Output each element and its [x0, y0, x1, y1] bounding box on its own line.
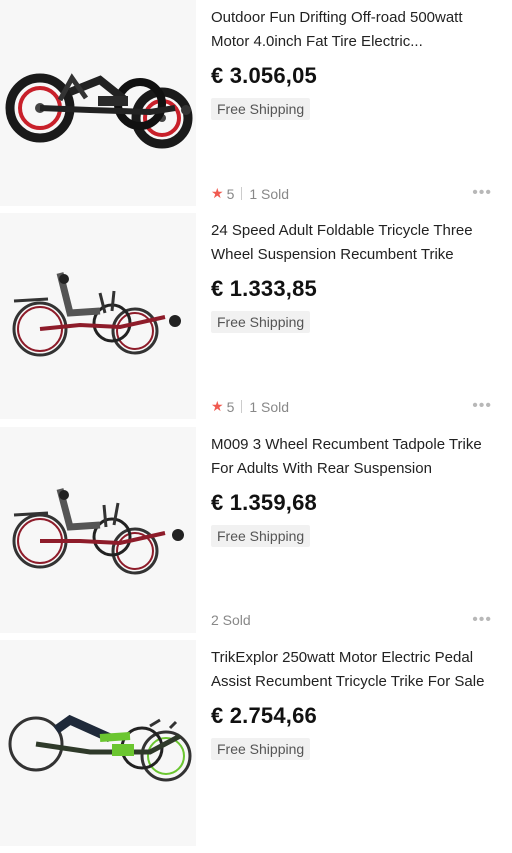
green-electric-trike-illustration [8, 714, 192, 782]
product-price: € 2.754,66 [211, 703, 317, 728]
product-title[interactable]: 24 Speed Adult Foldable Tricycle Three W… [211, 219, 501, 267]
product-price: € 1.333,85 [211, 276, 317, 301]
rating-sold-row: ★ 5 1 Sold [211, 185, 289, 202]
product-title[interactable]: TrikExplor 250watt Motor Electric Pedal … [211, 646, 501, 694]
product-image[interactable] [0, 427, 196, 633]
product-title[interactable]: Outdoor Fun Drifting Off-road 500watt Mo… [211, 6, 501, 54]
product-price: € 3.056,05 [211, 63, 317, 88]
free-shipping-badge: Free Shipping [211, 311, 311, 333]
tadpole-trike-illustration [12, 488, 184, 575]
product-card[interactable]: Outdoor Fun Drifting Off-road 500watt Mo… [0, 0, 512, 213]
product-card[interactable]: TrikExplor 250watt Motor Electric Pedal … [0, 640, 512, 853]
rating-sold-row: ★ 5 1 Sold [211, 398, 289, 415]
free-shipping-badge: Free Shipping [211, 738, 311, 760]
star-icon: ★ [211, 398, 224, 414]
product-card[interactable]: M009 3 Wheel Recumbent Tadpole Trike For… [0, 427, 512, 640]
product-price: € 1.359,68 [211, 490, 317, 515]
sold-count: 1 Sold [249, 398, 290, 415]
rating-sold-row: 2 Sold [211, 612, 251, 628]
more-options-icon[interactable]: ••• [472, 397, 492, 415]
product-image[interactable] [0, 0, 196, 206]
product-list: Outdoor Fun Drifting Off-road 500watt Mo… [0, 0, 512, 846]
sold-count: 2 Sold [211, 612, 251, 628]
product-image[interactable] [0, 640, 196, 846]
product-image[interactable] [0, 213, 196, 419]
free-shipping-badge: Free Shipping [211, 525, 311, 547]
free-shipping-badge: Free Shipping [211, 98, 311, 120]
rating-value: 5 [226, 185, 235, 202]
rating-value: 5 [226, 398, 235, 415]
fat-tire-trike-illustration [5, 73, 193, 149]
more-options-icon[interactable]: ••• [472, 611, 492, 629]
product-card[interactable]: 24 Speed Adult Foldable Tricycle Three W… [0, 213, 512, 426]
product-title[interactable]: M009 3 Wheel Recumbent Tadpole Trike For… [211, 433, 501, 481]
more-options-icon[interactable]: ••• [472, 184, 492, 202]
star-icon: ★ [211, 185, 224, 201]
divider [241, 187, 243, 200]
divider [241, 400, 243, 413]
sold-count: 1 Sold [249, 185, 290, 202]
recumbent-trike-illustration [12, 272, 181, 357]
